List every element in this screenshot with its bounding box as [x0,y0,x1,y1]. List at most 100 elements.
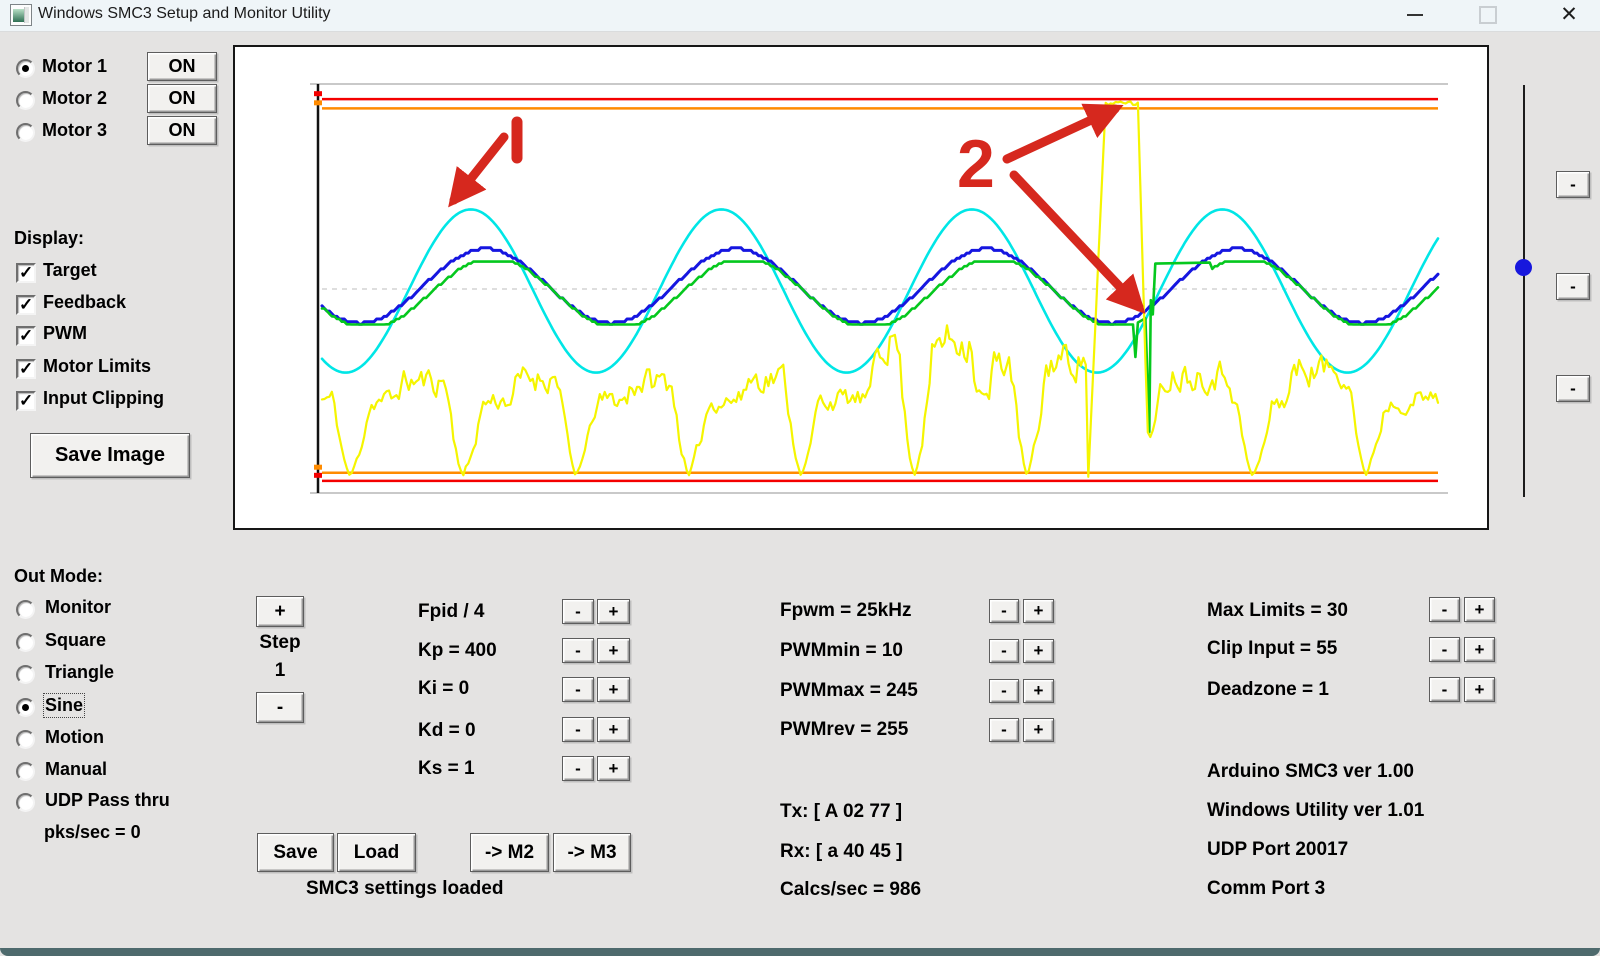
deadzone-minus-button[interactable]: - [1429,677,1460,702]
pks-per-sec: pks/sec = 0 [44,822,141,842]
mode-square-label: Square [45,630,107,650]
ki-minus-button[interactable]: - [562,677,594,702]
pwmmax-label: PWMmax = 245 [780,680,918,701]
kp-label: Kp = 400 [418,640,497,661]
mode-udp-label: UDP Pass thru [45,790,170,810]
fpid-label: Fpid / 4 [418,601,485,622]
step-plus-button[interactable]: + [256,596,304,627]
scope-chart: 2 [233,45,1489,530]
fpwm-plus-button[interactable]: + [1023,599,1054,623]
deadzone-plus-button[interactable]: + [1464,677,1495,702]
max-limits-label: Max Limits = 30 [1207,600,1348,621]
save-button[interactable]: Save [257,833,334,872]
pwmmax-plus-button[interactable]: + [1023,679,1054,703]
fpid-minus-button[interactable]: - [562,599,594,624]
pwm-checkbox[interactable] [16,326,36,346]
mode-motion-label: Motion [45,727,104,747]
kp-minus-button[interactable]: - [562,638,594,663]
mode-udp-radio[interactable] [16,793,35,812]
mode-triangle-radio[interactable] [16,665,35,684]
ks-plus-button[interactable]: + [597,756,630,781]
clip-input-label: Clip Input = 55 [1207,638,1338,659]
motor-1-label: Motor 1 [42,56,107,76]
kd-label: Kd = 0 [418,720,476,741]
calcs-value: Calcs/sec = 986 [780,879,922,900]
step-value: 1 [274,660,286,681]
to-m3-button[interactable]: -> M3 [553,833,631,872]
scope-slider-thumb[interactable] [1515,259,1532,276]
close-icon: ✕ [1560,3,1578,26]
scope-slider-track [1523,85,1525,497]
clip-input-minus-button[interactable]: - [1429,637,1460,662]
kp-plus-button[interactable]: + [597,638,630,663]
app-icon [10,4,32,26]
step-minus-button[interactable]: - [256,692,304,723]
ks-label: Ks = 1 [418,758,475,779]
svg-text:2: 2 [957,126,995,202]
pwmrev-label: PWMrev = 255 [780,719,909,740]
save-image-button[interactable]: Save Image [30,433,190,478]
to-m2-button[interactable]: -> M2 [470,833,549,872]
comm-port: Comm Port 3 [1207,878,1326,899]
mode-sine-radio[interactable] [16,698,35,717]
motor-limits-checkbox-label: Motor Limits [43,356,151,376]
window-title: Windows SMC3 Setup and Monitor Utility [38,5,331,22]
max-limits-minus-button[interactable]: - [1429,597,1460,622]
pwmmax-minus-button[interactable]: - [989,679,1019,703]
scope-minus-button-1[interactable]: - [1556,171,1590,198]
input-clipping-checkbox-label: Input Clipping [43,388,164,408]
smc3-window: Windows SMC3 Setup and Monitor Utility ✕… [0,0,1600,956]
utility-version: Windows Utility ver 1.01 [1207,800,1425,821]
out-mode-heading: Out Mode: [14,566,103,586]
ks-minus-button[interactable]: - [562,756,594,781]
mode-manual-label: Manual [45,759,108,779]
pwmrev-minus-button[interactable]: - [989,718,1019,742]
fpwm-minus-button[interactable]: - [989,599,1019,623]
maximize-button[interactable] [1466,0,1510,30]
pwmmin-plus-button[interactable]: + [1023,639,1054,663]
display-heading: Display: [14,228,85,248]
mode-sine-label: Sine [42,693,86,718]
udp-port: UDP Port 20017 [1207,839,1349,860]
mode-square-radio[interactable] [16,633,35,652]
pwmmin-minus-button[interactable]: - [989,639,1019,663]
scope-minus-button-2[interactable]: - [1556,273,1590,300]
tx-value: Tx: [ A 02 77 ] [780,801,903,822]
scope-minus-button-3[interactable]: - [1556,375,1590,402]
close-button[interactable]: ✕ [1547,0,1591,30]
motor-2-on-button[interactable]: ON [147,84,217,113]
input-clipping-checkbox[interactable] [16,391,36,411]
fpwm-label: Fpwm = 25kHz [780,600,912,621]
maximize-icon [1479,6,1497,24]
motor-3-radio[interactable] [16,123,35,142]
motor-1-radio[interactable] [16,59,35,78]
clip-input-plus-button[interactable]: + [1464,637,1495,662]
motor-2-radio[interactable] [16,91,35,110]
target-checkbox[interactable] [16,263,36,283]
settings-status: SMC3 settings loaded [306,878,504,899]
step-title: Step [259,632,301,653]
app-icon-right-pane [24,7,29,23]
motor-3-on-button[interactable]: ON [147,116,217,145]
pwmrev-plus-button[interactable]: + [1023,718,1054,742]
target-checkbox-label: Target [43,260,97,280]
max-limits-plus-button[interactable]: + [1464,597,1495,622]
motor-limits-checkbox[interactable] [16,359,36,379]
mode-motion-radio[interactable] [16,730,35,749]
motor-2-label: Motor 2 [42,88,107,108]
rx-value: Rx: [ a 40 45 ] [780,841,903,862]
fpid-plus-button[interactable]: + [597,599,630,624]
window-bottom-edge [0,948,1600,956]
motor-1-on-button[interactable]: ON [147,52,217,81]
mode-monitor-radio[interactable] [16,600,35,619]
feedback-checkbox[interactable] [16,295,36,315]
minimize-button[interactable] [1393,0,1437,30]
load-button[interactable]: Load [337,833,416,872]
kd-plus-button[interactable]: + [597,717,630,742]
kd-minus-button[interactable]: - [562,717,594,742]
scope-display: 2 [233,45,1489,530]
ki-label: Ki = 0 [418,678,470,699]
ki-plus-button[interactable]: + [597,677,630,702]
mode-triangle-label: Triangle [45,662,115,682]
mode-manual-radio[interactable] [16,762,35,781]
